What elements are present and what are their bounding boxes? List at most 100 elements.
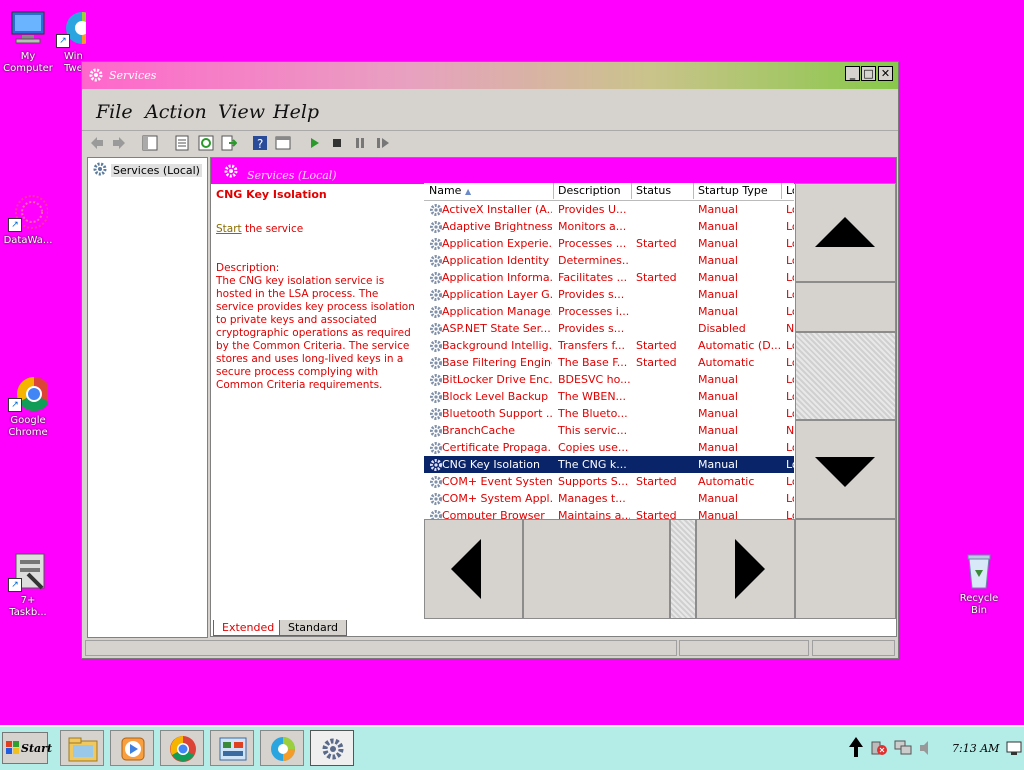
gear-icon bbox=[88, 67, 104, 86]
cell-startup: Automatic bbox=[698, 356, 755, 369]
table-row[interactable]: Background Intellig... Transfers f... Star… bbox=[424, 337, 794, 354]
arrow-right-icon bbox=[735, 539, 765, 599]
column-header-startup-type[interactable]: Startup Type bbox=[694, 183, 782, 199]
cell-logon: Lo bbox=[786, 305, 794, 318]
desktop-icon-google-chrome[interactable]: ↗ Google Chrome bbox=[0, 372, 56, 439]
clock[interactable]: 7:13 AM bbox=[952, 742, 999, 755]
start-button[interactable]: Start bbox=[2, 732, 52, 764]
scroll-up-button[interactable] bbox=[795, 183, 896, 282]
desktop-icon-recycle-bin[interactable]: Recycle Bin bbox=[951, 550, 1007, 617]
menu-file[interactable]: File bbox=[96, 101, 133, 123]
cell-name: Background Intellig... bbox=[442, 339, 552, 352]
table-row[interactable]: Application Experie... Processes ... Start… bbox=[424, 235, 794, 252]
column-header-name[interactable]: Name ▲ bbox=[424, 183, 554, 199]
taskbar-win-tweaker[interactable] bbox=[260, 730, 304, 766]
table-row[interactable]: Application Identity Determines... Manual L… bbox=[424, 252, 794, 269]
scroll-track[interactable] bbox=[795, 332, 896, 420]
minimize-button[interactable]: _ bbox=[845, 66, 860, 81]
show-hide-tree-icon[interactable] bbox=[142, 135, 158, 151]
scroll-down-button[interactable] bbox=[795, 420, 896, 519]
gear-icon bbox=[223, 163, 239, 182]
cell-status: Started bbox=[636, 237, 677, 250]
cell-desc: Manages t... bbox=[558, 492, 626, 505]
tab-standard[interactable]: Standard bbox=[279, 620, 348, 636]
start-service-icon[interactable] bbox=[306, 135, 322, 151]
cell-desc: Processes ... bbox=[558, 237, 627, 250]
table-row[interactable]: Certificate Propaga... Copies use... Manua… bbox=[424, 439, 794, 456]
help-icon[interactable]: ? bbox=[252, 135, 268, 151]
scroll-right-button[interactable] bbox=[696, 519, 795, 619]
scroll-page-up-area[interactable] bbox=[795, 282, 896, 332]
cell-name: BranchCache bbox=[442, 424, 516, 437]
chrome-icon bbox=[168, 735, 198, 766]
menu-help[interactable]: Help bbox=[273, 101, 319, 123]
column-header-status[interactable]: Status bbox=[632, 183, 694, 199]
taskbar-control-panel[interactable] bbox=[210, 730, 254, 766]
close-button[interactable]: ✕ bbox=[878, 66, 893, 81]
stop-service-icon[interactable] bbox=[329, 135, 345, 151]
restart-service-icon[interactable] bbox=[375, 135, 391, 151]
back-arrow-icon[interactable] bbox=[89, 135, 105, 151]
taskbar-chrome[interactable] bbox=[160, 730, 204, 766]
scroll-page-left-area[interactable] bbox=[523, 519, 670, 619]
table-row[interactable]: Block Level Backup ... The WBEN... Manual L… bbox=[424, 388, 794, 405]
horizontal-scroll-track[interactable] bbox=[670, 519, 696, 619]
taskbar-media-player[interactable] bbox=[110, 730, 154, 766]
network-icon[interactable] bbox=[894, 740, 912, 759]
table-row[interactable]: COM+ System Appl... Manages t... Manual Lo bbox=[424, 490, 794, 507]
table-row[interactable]: CNG Key Isolation The CNG k... Manual Lo bbox=[424, 456, 794, 473]
table-row[interactable]: Computer Browser Maintains a... Started Man… bbox=[424, 507, 794, 519]
cell-name: Certificate Propaga... bbox=[442, 441, 552, 454]
cell-startup: Manual bbox=[698, 288, 738, 301]
taskbar-explorer[interactable] bbox=[60, 730, 104, 766]
tree-item-label: Services (Local) bbox=[111, 164, 202, 177]
show-hidden-icons-icon[interactable] bbox=[848, 735, 864, 762]
taskbar-services[interactable] bbox=[310, 730, 354, 766]
desktop-icon-label: 7+ Taskb... bbox=[9, 595, 47, 618]
menu-action[interactable]: Action bbox=[145, 101, 207, 123]
cell-desc: Transfers f... bbox=[558, 339, 626, 352]
cell-startup: Automatic bbox=[698, 475, 755, 488]
table-row[interactable]: ActiveX Installer (A... Provides U... Manu… bbox=[424, 201, 794, 218]
shortcut-arrow-icon: ↗ bbox=[56, 34, 70, 48]
properties-icon[interactable] bbox=[174, 135, 190, 151]
forward-arrow-icon[interactable] bbox=[111, 135, 127, 151]
show-desktop-icon[interactable] bbox=[1006, 740, 1022, 759]
cell-status: Started bbox=[636, 509, 677, 519]
cell-startup: Automatic (D... bbox=[698, 339, 780, 352]
table-row[interactable]: Bluetooth Support ... The Blueto... Manual… bbox=[424, 405, 794, 422]
action-center-icon[interactable] bbox=[870, 740, 888, 759]
table-row[interactable]: Application Manage... Processes i... Manua… bbox=[424, 303, 794, 320]
menu-view[interactable]: View bbox=[218, 101, 265, 123]
table-row[interactable]: Application Informa... Facilitates ... Sta… bbox=[424, 269, 794, 286]
cell-desc: Processes i... bbox=[558, 305, 630, 318]
column-header-log-on[interactable]: Lo bbox=[782, 183, 794, 199]
desktop-icon-taskbar-tweaker[interactable]: ↗ 7+ Taskb... bbox=[0, 552, 56, 619]
cell-desc: The WBEN... bbox=[558, 390, 627, 403]
start-label: Start bbox=[21, 742, 53, 755]
table-row[interactable]: BranchCache This servic... Manual N bbox=[424, 422, 794, 439]
volume-icon[interactable] bbox=[918, 740, 936, 759]
scroll-left-button[interactable] bbox=[424, 519, 523, 619]
desktop-icon-datawa[interactable]: ↗ DataWa... bbox=[0, 192, 56, 247]
tab-extended[interactable]: Extended bbox=[213, 620, 284, 636]
start-service-text: the service bbox=[241, 223, 304, 235]
arrow-left-icon bbox=[451, 539, 481, 599]
desktop-icon-my-computer[interactable]: My Computer bbox=[0, 8, 56, 75]
console-icon[interactable] bbox=[275, 135, 291, 151]
table-row[interactable]: BitLocker Drive Enc... BDESVC ho... Manual… bbox=[424, 371, 794, 388]
export-list-icon[interactable] bbox=[221, 135, 238, 151]
cell-desc: The Blueto... bbox=[558, 407, 628, 420]
table-row[interactable]: Adaptive Brightness Monitors a... Manual Lo bbox=[424, 218, 794, 235]
table-row[interactable]: COM+ Event System Supports S... Started Aut… bbox=[424, 473, 794, 490]
maximize-button[interactable]: □ bbox=[861, 66, 876, 81]
start-service-link[interactable]: Start bbox=[216, 223, 242, 235]
table-row[interactable]: Application Layer G... Provides s... Manua… bbox=[424, 286, 794, 303]
tree-item-services-local[interactable]: Services (Local) bbox=[92, 161, 202, 180]
table-row[interactable]: ASP.NET State Ser... Provides s... Disable… bbox=[424, 320, 794, 337]
table-row[interactable]: Base Filtering Engine The Base F... Starte… bbox=[424, 354, 794, 371]
column-header-description[interactable]: Description bbox=[554, 183, 632, 199]
pause-service-icon[interactable] bbox=[352, 135, 368, 151]
refresh-icon[interactable] bbox=[198, 135, 214, 151]
title-bar[interactable]: Services _ □ ✕ bbox=[82, 62, 898, 89]
